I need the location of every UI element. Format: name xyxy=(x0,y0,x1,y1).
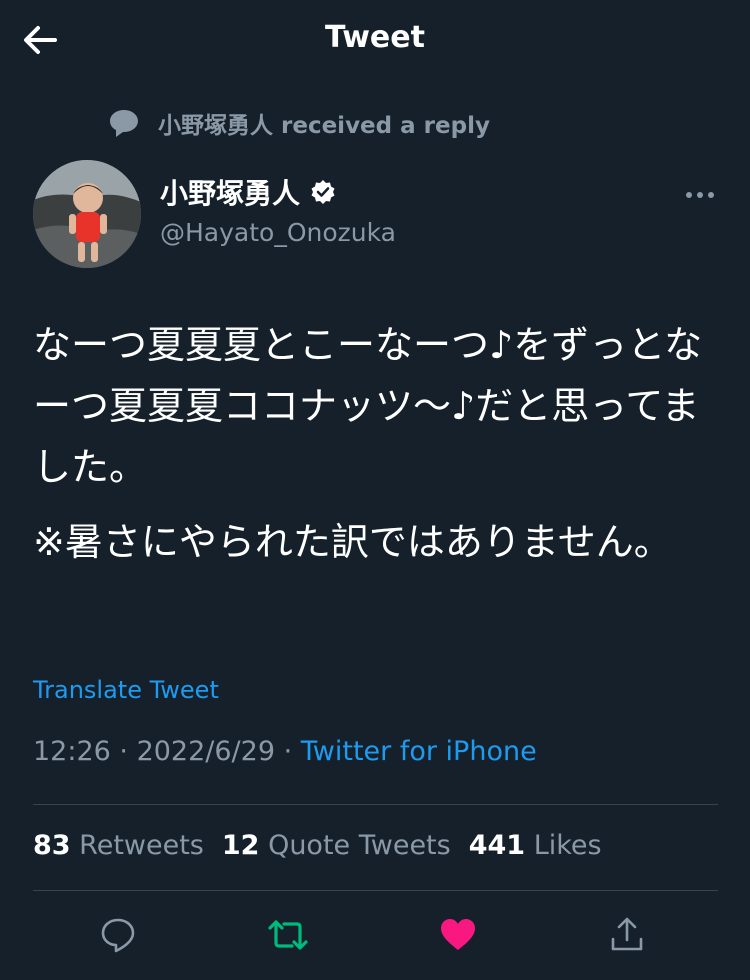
tweet-paragraph: なーつ夏夏夏とこーなーつ♪をずっとなーつ夏夏夏ココナッツ〜♪だと思ってました。 xyxy=(33,323,703,489)
verified-badge-icon xyxy=(311,180,335,204)
user-handle[interactable]: @Hayato_Onozuka xyxy=(160,218,396,247)
likes-label: Likes xyxy=(533,830,602,861)
quote-tweets-label: Quote Tweets xyxy=(268,830,451,861)
reply-button[interactable] xyxy=(98,915,138,955)
like-button[interactable] xyxy=(438,915,478,955)
meta-separator: · xyxy=(275,736,301,767)
more-options-button[interactable] xyxy=(680,180,720,210)
retweet-button[interactable] xyxy=(266,915,308,955)
divider xyxy=(33,804,718,805)
retweets-label: Retweets xyxy=(79,830,204,861)
tweet-date[interactable]: 2022/6/29 xyxy=(137,736,275,767)
avatar[interactable] xyxy=(33,160,141,268)
quote-tweets-count: 12 xyxy=(221,830,260,861)
tweet-time[interactable]: 12:26 xyxy=(33,736,111,767)
page-title: Tweet xyxy=(325,20,425,55)
translate-tweet-link[interactable]: Translate Tweet xyxy=(33,676,219,704)
tweet-paragraph: ※暑さにやられた訳ではありません。 xyxy=(33,520,672,564)
reply-bubble-icon xyxy=(110,110,138,137)
meta-separator: · xyxy=(110,736,137,767)
user-name-text: 小野塚勇人 xyxy=(160,177,301,210)
share-button[interactable] xyxy=(607,915,647,955)
likes-count: 441 xyxy=(468,830,526,861)
share-icon xyxy=(611,917,643,951)
more-horizontal-icon xyxy=(686,192,714,198)
reply-icon xyxy=(101,918,135,953)
reply-notice: 小野塚勇人 received a reply xyxy=(108,106,490,140)
tweet-source-link[interactable]: Twitter for iPhone xyxy=(301,736,537,767)
top-bar: Tweet xyxy=(0,0,750,80)
quote-tweets-stat[interactable]: 12 Quote Tweets xyxy=(222,830,451,861)
retweets-count: 83 xyxy=(33,830,71,861)
retweets-stat[interactable]: 83 Retweets xyxy=(33,830,204,861)
likes-stat[interactable]: 441 Likes xyxy=(469,830,602,861)
heart-icon xyxy=(441,919,475,950)
tweet-meta: 12:26 · 2022/6/29 · Twitter for iPhone xyxy=(33,736,537,767)
divider xyxy=(33,890,718,891)
tweet-stats: 83 Retweets 12 Quote Tweets 441 Likes xyxy=(33,830,602,861)
reply-notice-text: 小野塚勇人 received a reply xyxy=(158,113,490,139)
retweet-icon xyxy=(268,920,308,950)
tweet-text: なーつ夏夏夏とこーなーつ♪をずっとなーつ夏夏夏ココナッツ〜♪だと思ってました。 … xyxy=(33,315,723,587)
user-name[interactable]: 小野塚勇人 xyxy=(160,172,336,212)
